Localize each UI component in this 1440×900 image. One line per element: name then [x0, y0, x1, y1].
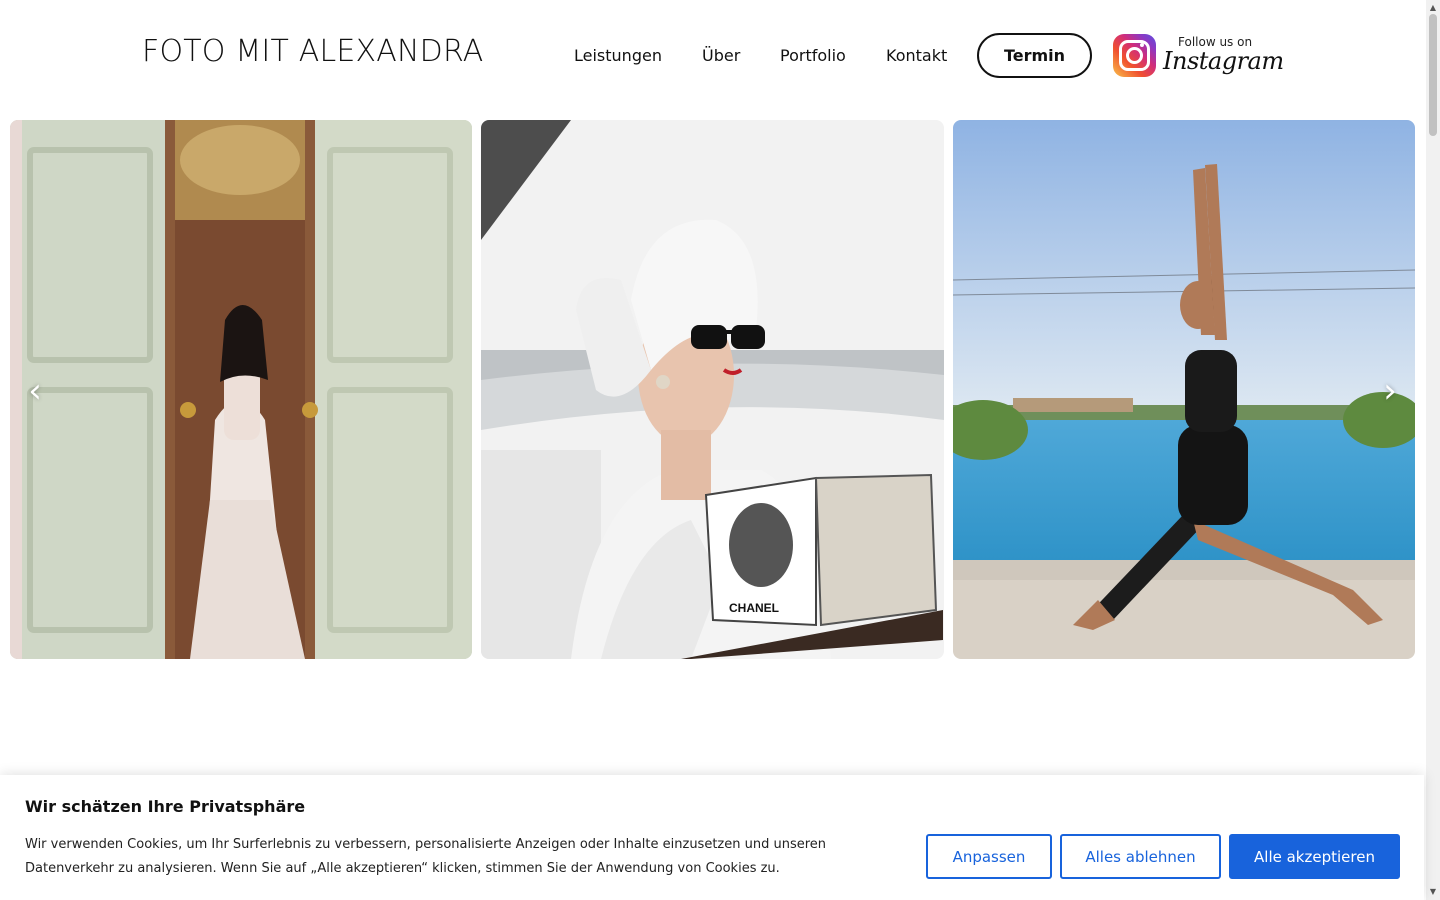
- bride-photo: [10, 120, 472, 659]
- customize-button[interactable]: Anpassen: [926, 834, 1052, 879]
- gallery-image-bride[interactable]: [10, 120, 472, 659]
- accept-all-button[interactable]: Alle akzeptieren: [1229, 834, 1400, 879]
- nav-item-ueber[interactable]: Über: [702, 45, 740, 67]
- yoga-photo: [953, 120, 1415, 659]
- nav-item-portfolio[interactable]: Portfolio: [780, 45, 846, 67]
- photo-slider: CHANEL ‹ ›: [10, 120, 1415, 659]
- instagram-follow-link[interactable]: Follow us on Instagram: [1113, 33, 1284, 79]
- instagram-icon: [1113, 34, 1156, 77]
- chevron-right-icon[interactable]: ›: [1375, 374, 1405, 408]
- page-scrollbar[interactable]: ▲ ▼: [1426, 0, 1440, 900]
- cookie-title: Wir schätzen Ihre Privatsphäre: [25, 797, 306, 816]
- scroll-up-icon[interactable]: ▲: [1426, 0, 1440, 14]
- termin-button[interactable]: Termin: [977, 33, 1092, 78]
- cookie-text: Wir verwenden Cookies, um Ihr Surferlebn…: [25, 837, 827, 876]
- site-header: FOTO MIT ALEXANDRA Leistungen Über Portf…: [0, 0, 1426, 112]
- scroll-thumb[interactable]: [1429, 14, 1437, 136]
- gallery-image-yoga[interactable]: [953, 120, 1415, 659]
- scroll-down-icon[interactable]: ▼: [1426, 884, 1440, 898]
- cookie-banner: Wir schätzen Ihre Privatsphäre Wir verwe…: [0, 775, 1424, 900]
- site-logo[interactable]: FOTO MIT ALEXANDRA: [142, 34, 484, 69]
- nav-item-kontakt[interactable]: Kontakt: [886, 45, 947, 67]
- nav-item-leistungen[interactable]: Leistungen: [574, 45, 662, 67]
- magazine-photo: CHANEL: [481, 120, 944, 659]
- chevron-left-icon[interactable]: ‹: [20, 374, 50, 408]
- gallery-image-magazine[interactable]: CHANEL: [481, 120, 944, 659]
- magazine-chanel-text: CHANEL: [729, 601, 779, 615]
- reject-all-button[interactable]: Alles ablehnen: [1060, 834, 1221, 879]
- instagram-wordmark: Instagram: [1163, 47, 1284, 75]
